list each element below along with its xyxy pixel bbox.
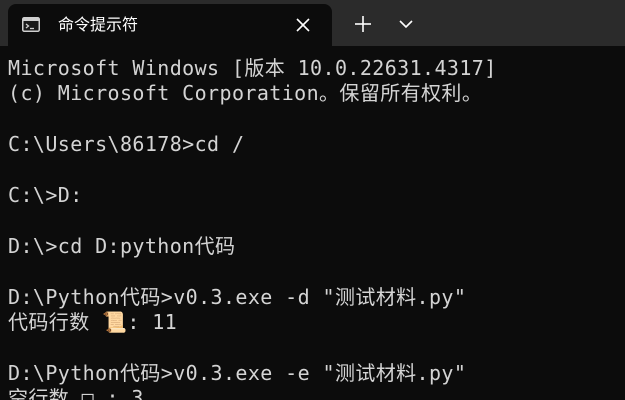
terminal-line: C:\Users\86178>cd / bbox=[8, 132, 245, 157]
terminal-lines: Microsoft Windows [版本 10.0.22631.4317] (… bbox=[8, 56, 497, 400]
terminal-icon bbox=[22, 17, 40, 32]
tab-dropdown-button[interactable] bbox=[392, 10, 420, 38]
plus-icon bbox=[355, 16, 371, 32]
tab-command-prompt[interactable]: 命令提示符 bbox=[8, 4, 332, 46]
terminal-line: Microsoft Windows [版本 10.0.22631.4317] bbox=[8, 56, 497, 80]
new-tab-button[interactable] bbox=[348, 10, 378, 38]
terminal-line: (c) Microsoft Corporation。保留所有权利。 bbox=[8, 81, 483, 106]
terminal-line: 空行数 □ : 3 bbox=[8, 386, 144, 400]
tab-title: 命令提示符 bbox=[58, 15, 139, 34]
terminal-line: D:\Python代码>v0.3.exe -d "测试材料.py" bbox=[8, 284, 467, 309]
terminal-output[interactable]: Microsoft Windows [版本 10.0.22631.4317] (… bbox=[0, 46, 625, 400]
terminal-line: 代码行数 📜: 11 bbox=[8, 309, 178, 334]
terminal-line: D:\>cd D:python代码 bbox=[8, 233, 236, 258]
terminal-line: D:\Python代码>v0.3.exe -e "测试材料.py" bbox=[8, 360, 467, 385]
terminal-line: C:\>D: bbox=[8, 182, 83, 207]
terminal-window: 命令提示符 Microsoft Windows [版本 10.0.22631.4… bbox=[0, 0, 625, 400]
chevron-down-icon bbox=[399, 20, 413, 29]
tab-bar: 命令提示符 bbox=[0, 0, 625, 46]
close-icon[interactable] bbox=[294, 16, 312, 34]
